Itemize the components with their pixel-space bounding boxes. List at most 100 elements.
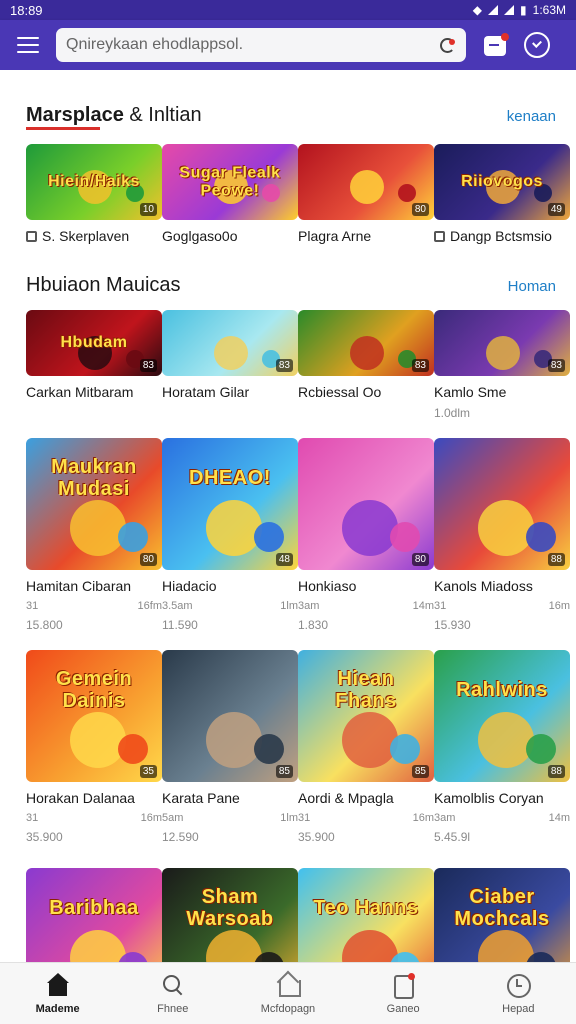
rating-badge: 10	[139, 203, 157, 216]
game-meta: 5am 1lm	[162, 812, 298, 824]
game-meta-right: 1lm	[280, 812, 298, 824]
game-card[interactable]: 85 Karata Pane 5am 1lm 12.590	[162, 650, 298, 844]
game-thumbnail[interactable]: 80	[298, 438, 434, 570]
game-card[interactable]: Hiein/Haiks 10 S. Skerplaven	[26, 144, 162, 244]
game-thumbnail[interactable]: Maukran Mudasi 80	[26, 438, 162, 570]
game-card[interactable]: Sugar Flealk Peowe! Goglgaso0o	[162, 144, 298, 244]
game-thumbnail[interactable]: Sham Warsoab	[162, 868, 298, 962]
game-title[interactable]: Kamolblis Coryan	[434, 790, 570, 806]
game-thumbnail[interactable]: 88	[434, 438, 570, 570]
game-title[interactable]: Plagra Arne	[298, 228, 434, 244]
games-icon	[391, 972, 416, 999]
search-icon	[161, 973, 185, 997]
game-thumbnail[interactable]: 83	[434, 310, 570, 376]
game-meta: 31 16m	[298, 812, 434, 824]
game-thumbnail[interactable]: Ciaber Mochcals	[434, 868, 570, 962]
game-title[interactable]: Hamitan Cibaran	[26, 578, 162, 594]
search-input[interactable]	[66, 36, 438, 54]
game-title[interactable]: Horakan Dalanaa	[26, 790, 162, 806]
game-title[interactable]: Carkan Mitbaram	[26, 384, 162, 400]
game-card[interactable]: 83 Horatam Gilar	[162, 310, 298, 420]
voice-search-icon[interactable]	[438, 36, 456, 54]
game-thumbnail[interactable]: 83	[298, 310, 434, 376]
game-card[interactable]: Baribhaa	[26, 868, 162, 962]
search-bar[interactable]	[56, 28, 466, 62]
game-title[interactable]: Karata Pane	[162, 790, 298, 806]
game-title[interactable]: Hiadacio	[162, 578, 298, 594]
game-title[interactable]: Kanols Miadoss	[434, 578, 570, 594]
signal-icon	[488, 5, 499, 15]
game-card[interactable]: Sham Warsoab	[162, 868, 298, 962]
rating-badge: 83	[275, 359, 293, 372]
game-thumbnail[interactable]: DHEAO! 48	[162, 438, 298, 570]
game-thumbnail[interactable]: Baribhaa	[26, 868, 162, 962]
nav-label: Mademe	[35, 1002, 80, 1015]
thumbnail-title-art: Ciaber Mochcals	[454, 885, 550, 930]
game-title[interactable]: Rcbiessal Oo	[298, 384, 434, 400]
game-card[interactable]: Rahlwins 88 Kamolblis Coryan 3am 14m 5.45.9l	[434, 650, 570, 844]
nav-item-search[interactable]: Fhnee	[123, 973, 223, 1015]
game-thumbnail[interactable]: 85	[162, 650, 298, 782]
nav-item-home[interactable]: Mademe	[8, 972, 108, 1015]
marketplace-row: Hiein/Haiks 10 S. Skerplaven Sugar Flealk P…	[26, 144, 570, 244]
game-title[interactable]: Honkiaso	[298, 578, 434, 594]
see-more-link[interactable]: Homan	[508, 278, 556, 295]
game-card[interactable]: Ciaber Mochcals	[434, 868, 570, 962]
game-card[interactable]: Riiovogos 49 Dangp Bctsmsio	[434, 144, 570, 244]
game-title[interactable]: Dangp Bctsmsio	[434, 228, 570, 244]
game-card[interactable]: Hbudam 83 Carkan Mitbaram	[26, 310, 162, 420]
menu-button[interactable]	[12, 29, 44, 61]
game-thumbnail[interactable]: 83	[162, 310, 298, 376]
game-card[interactable]: 80 Plagra Arne	[298, 144, 434, 244]
featured-row-1: Hbudam 83 Carkan Mitbaram 83 Horatam Gilar 83…	[26, 310, 570, 420]
game-thumbnail[interactable]: Rahlwins 88	[434, 650, 570, 782]
game-card[interactable]: Hiean Fhans 85 Aordi & Mpagla 31 16m 35.900	[298, 650, 434, 844]
game-card[interactable]: Gemein Dainis 35 Horakan Dalanaa 31 16m 35.90…	[26, 650, 162, 844]
game-card[interactable]: Teo Hanns	[298, 868, 434, 962]
nav-item-games[interactable]: Ganeo	[353, 972, 453, 1015]
game-card[interactable]: Maukran Mudasi 80 Hamitan Cibaran 31 16fm 15.…	[26, 438, 162, 632]
game-card[interactable]: DHEAO! 48 Hiadacio 3.5am 1lm 11.590	[162, 438, 298, 632]
game-thumbnail[interactable]: Riiovogos 49	[434, 144, 570, 220]
game-meta-left: 3am	[434, 812, 456, 824]
game-meta: 3am 14m	[434, 812, 570, 824]
account-icon[interactable]	[524, 32, 550, 58]
status-time: 18:89	[10, 2, 43, 18]
game-card[interactable]: 83 Rcbiessal Oo	[298, 310, 434, 420]
game-thumbnail[interactable]: Hbudam 83	[26, 310, 162, 376]
nav-item-market[interactable]: Mcfdopagn	[238, 973, 338, 1015]
game-thumbnail[interactable]: Sugar Flealk Peowe!	[162, 144, 298, 220]
artwork-shape	[254, 734, 284, 764]
artwork-shape	[206, 712, 262, 768]
artwork-shape	[206, 930, 262, 962]
notifications-icon[interactable]	[484, 33, 509, 56]
game-title[interactable]: Goglgaso0o	[162, 228, 298, 244]
game-title-text: Karata Pane	[162, 790, 240, 806]
game-card[interactable]: 88 Kanols Miadoss 31 16m 15.930	[434, 438, 570, 632]
game-meta-right: 14m	[412, 600, 434, 612]
game-title-text: Goglgaso0o	[162, 228, 238, 244]
game-title-text: Horakan Dalanaa	[26, 790, 135, 806]
nav-item-clock[interactable]: Hepad	[468, 973, 568, 1015]
game-meta-left: 31	[298, 812, 311, 824]
artwork-shape	[478, 930, 534, 962]
artwork-shape	[342, 712, 398, 768]
hamburger-icon-line	[17, 44, 39, 46]
game-title[interactable]: Kamlo Sme	[434, 384, 570, 400]
game-thumbnail[interactable]: Hiein/Haiks 10	[26, 144, 162, 220]
game-title[interactable]: Horatam Gilar	[162, 384, 298, 400]
game-thumbnail[interactable]: Teo Hanns	[298, 868, 434, 962]
game-card[interactable]: 83 Kamlo Sme 1.0dlm	[434, 310, 570, 420]
game-title[interactable]: Aordi & Mpagla	[298, 790, 434, 806]
game-card[interactable]: 80 Honkiaso 3am 14m 1.830	[298, 438, 434, 632]
game-thumbnail[interactable]: Hiean Fhans 85	[298, 650, 434, 782]
game-title[interactable]: S. Skerplaven	[26, 228, 162, 244]
game-thumbnail[interactable]: 80	[298, 144, 434, 220]
see-more-link[interactable]: kenaan	[507, 108, 556, 125]
game-thumbnail[interactable]: Gemein Dainis 35	[26, 650, 162, 782]
bottom-navigation: Mademe Fhnee Mcfdopagn Ganeo Hepad	[0, 962, 576, 1024]
game-meta-left: 5am	[162, 812, 184, 824]
thumbnail-title-art: Hiean Fhans	[335, 667, 397, 712]
top-app-bar	[0, 20, 576, 70]
game-count: 5.45.9l	[434, 830, 471, 844]
